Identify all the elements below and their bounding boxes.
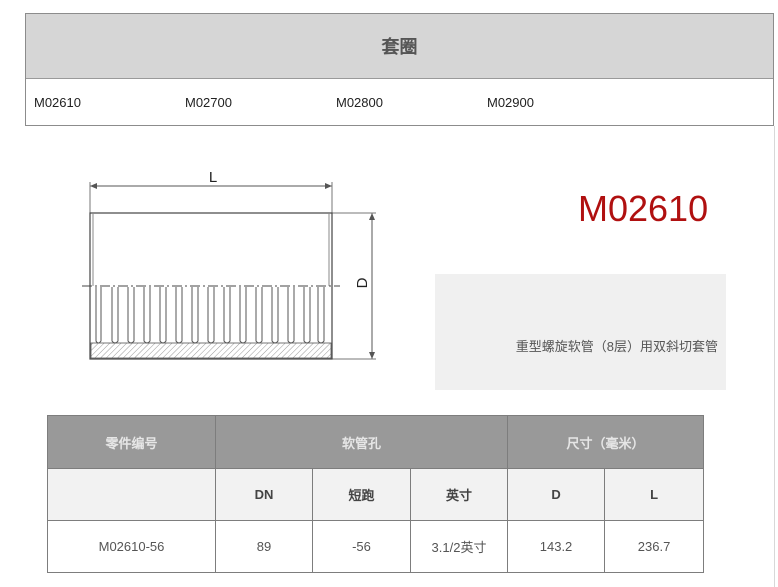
arrow-up-icon — [369, 213, 375, 220]
header-part-number: 零件编号 — [47, 415, 216, 469]
cell-l: 236.7 — [604, 520, 705, 573]
part-links: M02610 M02700 M02800 M02900 — [26, 79, 773, 127]
part-link-m02610[interactable]: M02610 — [34, 79, 81, 127]
description-box: 重型螺旋软管（8层）用双斜切套管 — [435, 274, 726, 390]
diameter-label: D — [354, 277, 371, 288]
cell-dn: 89 — [215, 520, 313, 573]
part-link-m02800[interactable]: M02800 — [336, 79, 383, 127]
subheader-blank — [47, 468, 216, 521]
ferrule-drawing: L D — [82, 169, 376, 360]
subheader-inch: 英寸 — [409, 468, 509, 521]
product-description: 重型螺旋软管（8层）用双斜切套管 — [515, 339, 718, 354]
table-sub-header-row: DN 短跑 英寸 D L — [47, 468, 705, 521]
spec-table: 零件编号 软管孔 尺寸（毫米） DN 短跑 英寸 D L M02610-56 8… — [47, 415, 705, 573]
length-label: L — [209, 169, 217, 186]
arrow-left-icon — [90, 183, 97, 189]
subheader-d: D — [507, 468, 606, 521]
wall-section-hatch — [90, 342, 332, 359]
category-title: 套圈 — [26, 14, 773, 79]
arrow-down-icon — [369, 352, 375, 359]
cell-d: 143.2 — [507, 520, 606, 573]
arrow-right-icon — [325, 183, 332, 189]
cell-inch: 3.1/2英寸 — [409, 520, 509, 573]
subheader-dn: DN — [215, 468, 313, 521]
subheader-dash: 短跑 — [312, 468, 411, 521]
header-hose-bore: 软管孔 — [214, 415, 509, 469]
cell-dash: -56 — [312, 520, 411, 573]
part-number-title: M02610 — [578, 188, 709, 229]
category-panel: 套圈 M02610 M02700 M02800 M02900 — [25, 13, 774, 126]
part-link-m02700[interactable]: M02700 — [185, 79, 232, 127]
page-divider — [774, 126, 775, 587]
table-group-header-row: 零件编号 软管孔 尺寸（毫米） — [47, 415, 705, 469]
table-row: M02610-56 89 -56 3.1/2英寸 143.2 236.7 — [47, 520, 705, 573]
cell-part-number: M02610-56 — [47, 520, 216, 573]
part-link-m02900[interactable]: M02900 — [487, 79, 534, 127]
header-dimensions: 尺寸（毫米） — [507, 415, 705, 469]
subheader-l: L — [604, 468, 705, 521]
